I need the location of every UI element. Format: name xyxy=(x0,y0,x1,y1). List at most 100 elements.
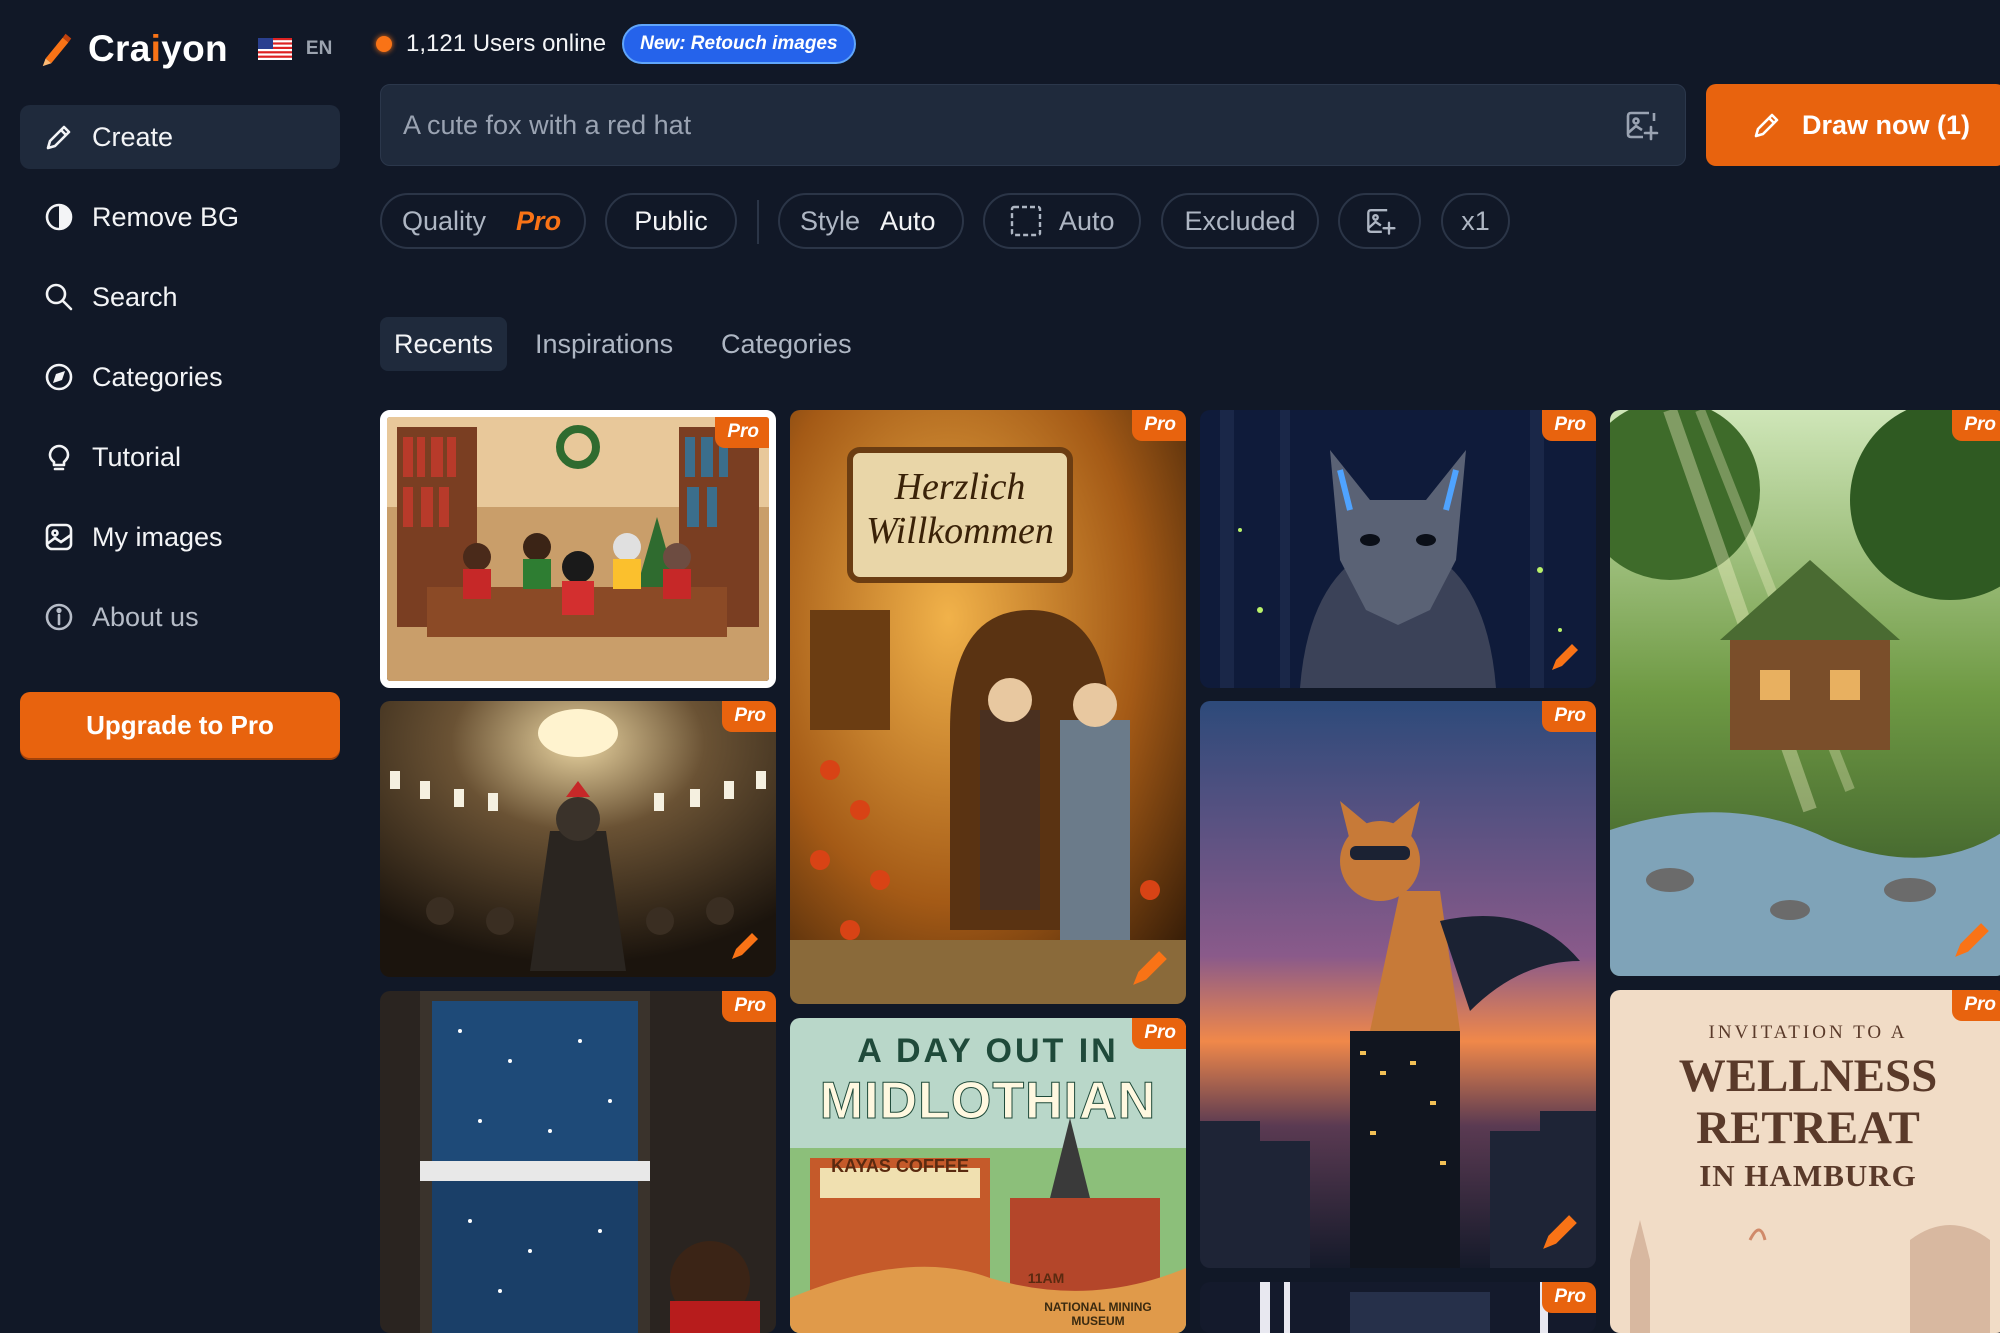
style-value: Auto xyxy=(880,205,936,236)
lightbulb-icon xyxy=(42,440,76,474)
gallery-image-midlothian[interactable]: A DAY OUT IN MIDLOTHIAN KAYAS COFFEE 11A… xyxy=(790,1018,1186,1333)
pro-tag: Pro xyxy=(1542,701,1596,732)
edit-pencil-icon[interactable] xyxy=(1538,1210,1582,1254)
new-feature-badge[interactable]: New: Retouch images xyxy=(622,24,856,64)
pro-tag: Pro xyxy=(1132,1018,1186,1049)
cafe-sign: KAYAS COFFEE xyxy=(831,1156,969,1176)
visibility-option[interactable]: Public xyxy=(605,193,737,249)
pro-tag: Pro xyxy=(722,991,776,1022)
pro-tag: Pro xyxy=(1542,410,1596,441)
edit-pencil-icon[interactable] xyxy=(728,929,762,963)
invitation-text: INVITATION TO A WELLNESS RETREAT IN HAMB… xyxy=(1610,1022,2000,1194)
pencil-icon xyxy=(1754,113,1779,138)
aspect-ratio-value: Auto xyxy=(1059,205,1115,236)
gallery-image-wolf[interactable]: Pro xyxy=(1200,410,1596,688)
upgrade-to-pro-button[interactable]: Upgrade to Pro xyxy=(20,692,340,758)
gallery-image-library[interactable]: Pro xyxy=(380,410,776,688)
sidebar-item-remove-bg[interactable]: Remove BG xyxy=(20,185,340,249)
draw-now-button[interactable]: Draw now (1) xyxy=(1706,84,2000,166)
sign-line-1: Herzlich xyxy=(894,466,1026,508)
visibility-value: Public xyxy=(634,205,708,236)
draw-now-label: Draw now (1) xyxy=(1802,109,1971,140)
compass-icon xyxy=(42,360,76,394)
superhero-dog-image xyxy=(1200,701,1596,1268)
night-city-image xyxy=(1200,1282,1596,1333)
quality-value: Pro xyxy=(516,205,562,236)
gallery-image-cabin[interactable]: Pro xyxy=(1610,410,2000,976)
sidebar-item-tutorial[interactable]: Tutorial xyxy=(20,425,340,489)
language-code: EN xyxy=(305,38,333,59)
museum-label: NATIONAL MINING MUSEUM xyxy=(1044,1300,1152,1328)
prompt-input[interactable] xyxy=(403,109,1621,141)
gallery-image-window[interactable]: Pro xyxy=(380,991,776,1333)
pro-tag: Pro xyxy=(1952,410,2000,441)
us-flag-icon xyxy=(257,38,292,60)
gallery-image-city[interactable]: Pro xyxy=(1200,1282,1596,1333)
sign-line-2: Willkommen xyxy=(866,510,1054,552)
sidebar-item-my-images[interactable]: My images xyxy=(20,505,340,569)
sidebar-item-label: About us xyxy=(92,601,199,632)
invite-line-3: RETREAT xyxy=(1696,1102,1920,1154)
excluded-option[interactable]: Excluded xyxy=(1161,193,1319,249)
pro-tag: Pro xyxy=(715,417,769,448)
style-label: Style xyxy=(800,205,861,236)
status-row: 1,121 Users online New: Retouch images xyxy=(376,24,856,64)
sidebar-item-label: Create xyxy=(92,121,174,152)
style-option[interactable]: Style Auto xyxy=(778,193,964,249)
sidebar-item-label: My images xyxy=(92,521,223,552)
add-image-icon xyxy=(1366,209,1396,235)
poster-line-2: MIDLOTHIAN xyxy=(819,1072,1157,1131)
image-prompt-option[interactable] xyxy=(1338,193,1421,249)
image-count-option[interactable]: x1 xyxy=(1441,193,1510,249)
search-icon xyxy=(42,280,76,314)
sidebar-item-categories[interactable]: Categories xyxy=(20,345,340,409)
armored-wolf-image xyxy=(1200,410,1596,688)
tab-recents[interactable]: Recents xyxy=(380,317,508,371)
aspect-ratio-option[interactable]: Auto xyxy=(983,193,1141,249)
online-dot-icon xyxy=(376,36,392,52)
options-divider xyxy=(757,200,759,244)
sidebar-item-search[interactable]: Search xyxy=(20,265,340,329)
edit-pencil-icon[interactable] xyxy=(1128,946,1172,990)
pro-tag: Pro xyxy=(722,701,776,732)
image-icon xyxy=(42,520,76,554)
tab-categories[interactable]: Categories xyxy=(707,317,866,371)
add-image-icon[interactable] xyxy=(1621,105,1661,145)
brand-logo[interactable]: Craiyon EN xyxy=(38,26,332,72)
info-icon xyxy=(42,600,76,634)
poster-line-1: A DAY OUT IN xyxy=(857,1032,1119,1070)
brand-name: Craiyon xyxy=(88,28,228,69)
pro-tag: Pro xyxy=(1542,1282,1596,1313)
quality-option[interactable]: Quality Pro xyxy=(380,193,586,249)
image-count-value: x1 xyxy=(1461,205,1490,236)
library-scene-image xyxy=(387,417,769,681)
prompt-box xyxy=(380,84,1686,166)
tram-label: 11AM xyxy=(1027,1270,1065,1286)
invite-line-4: IN HAMBURG xyxy=(1699,1158,1917,1193)
sidebar-item-label: Search xyxy=(92,281,178,312)
forest-cabin-image xyxy=(1610,410,2000,976)
tab-inspirations[interactable]: Inspirations xyxy=(521,317,687,371)
sidebar: Craiyon EN Create Remove BG Search Categ… xyxy=(0,0,360,1333)
sidebar-item-label: Tutorial xyxy=(92,441,182,472)
language-selector[interactable]: EN xyxy=(257,38,333,60)
gallery-image-hero-dog[interactable]: Pro xyxy=(1200,701,1596,1268)
gallery-image-wellness[interactable]: INVITATION TO A WELLNESS RETREAT IN HAMB… xyxy=(1610,990,2000,1333)
gallery-image-arena[interactable]: Pro xyxy=(380,701,776,977)
pencil-icon xyxy=(42,120,76,154)
edit-pencil-icon[interactable] xyxy=(1548,640,1582,674)
sidebar-item-label: Remove BG xyxy=(92,201,240,232)
welcome-sign: Herzlich Willkommen xyxy=(850,465,1070,553)
sidebar-item-create[interactable]: Create xyxy=(20,105,340,169)
half-circle-icon xyxy=(42,200,76,234)
edit-pencil-icon[interactable] xyxy=(1950,918,1994,962)
invite-line-1: INVITATION TO A xyxy=(1708,1022,1908,1043)
aspect-ratio-icon xyxy=(1010,205,1042,237)
gallery-image-willkommen[interactable]: Herzlich Willkommen Pro xyxy=(790,410,1186,1004)
sidebar-item-about-us[interactable]: About us xyxy=(20,585,340,649)
excluded-label: Excluded xyxy=(1184,205,1296,236)
snowy-window-image xyxy=(380,991,776,1333)
sidebar-nav: Create Remove BG Search Categories Tutor… xyxy=(20,105,340,665)
pencil-logo-icon xyxy=(42,33,72,67)
invite-line-2: WELLNESS xyxy=(1678,1050,1938,1102)
